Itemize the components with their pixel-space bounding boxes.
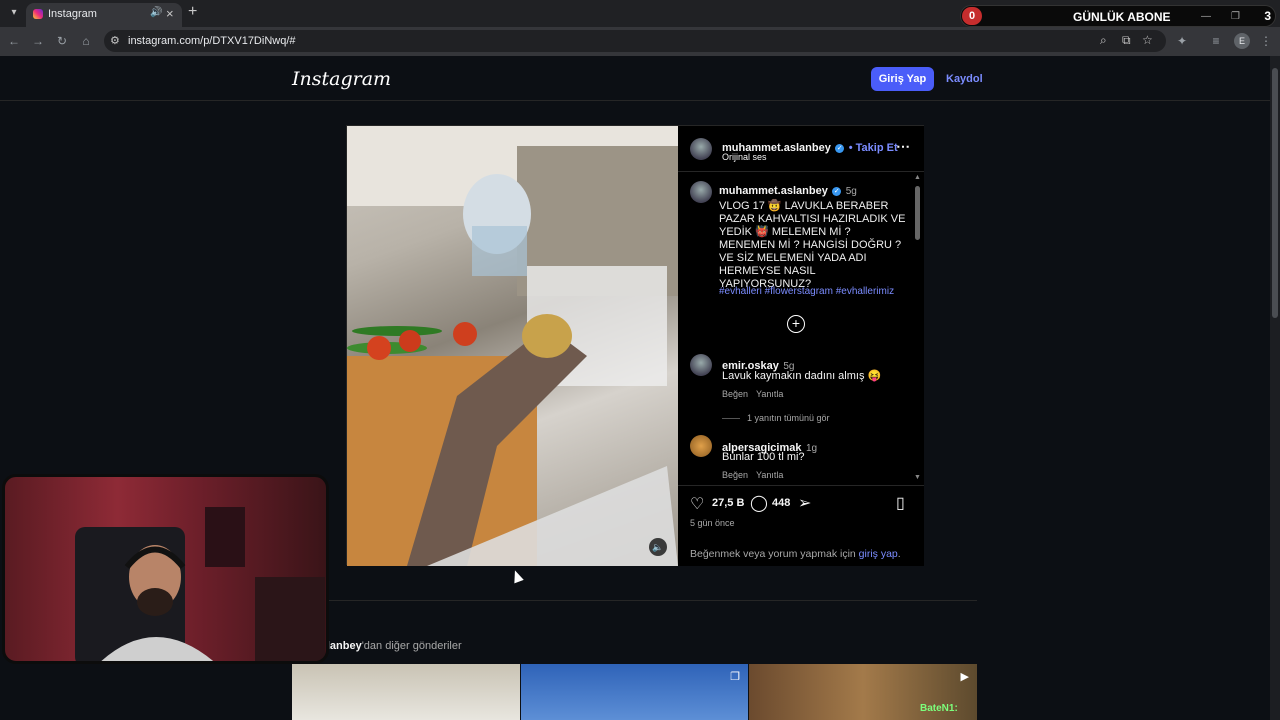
post-date: 5 gün önce [690,518,735,528]
replies-divider [722,418,740,419]
page-scrollbar[interactable] [1270,56,1280,720]
video-frame-illustration [347,126,678,566]
url-text[interactable]: instagram.com/p/DTXV17DiNwq/# [128,35,296,47]
comment-icon[interactable]: ◯ [750,493,768,513]
comment-text: Lavuk kaymakın dadını almış 😝 [722,370,882,382]
verified-icon: ✓ [835,144,845,153]
login-prompt-text: Beğenmek veya yorum yapmak için [690,548,856,560]
scroll-up-icon[interactable]: ▲ [914,174,921,181]
forward-icon[interactable]: → [30,33,46,49]
author-avatar[interactable] [690,138,712,160]
site-info-icon[interactable]: ⚙ [110,34,120,47]
mute-icon[interactable]: 🔈 [649,538,667,556]
profile-avatar[interactable]: E [1234,33,1250,49]
widget-title: GÜNLÜK ABONE [1073,10,1171,24]
login-prompt-suffix: . [897,548,901,560]
zoom-icon[interactable]: ⌕ [1100,33,1107,48]
widget-right-count: 3 [1264,9,1271,23]
login-prompt-link[interactable]: giriş yap [859,548,898,560]
post-header: muhammet.aslanbey ✓ • Takip Et Orijinal … [678,126,924,172]
login-button[interactable]: Giriş Yap [871,67,934,91]
caption-header: muhammet.aslanbey ✓ 5g [719,181,857,199]
more-icon[interactable]: ⋮ [1258,33,1274,49]
post-card: 🔈 muhammet.aslanbey ✓ • Takip Et Orijina… [346,125,924,566]
more-post-thumbnail[interactable]: ❐ [521,664,748,720]
section-divider [292,600,977,601]
more-post-thumbnail[interactable] [292,664,520,720]
browser-tab-bar: ▾ Instagram 🔊 × + 0 GÜNLÜK ABONE — ❐ 3 [0,0,1280,27]
share-icon[interactable]: ➢ [798,493,811,513]
comment-like-button[interactable]: Beğen [722,389,748,399]
tab-search-icon[interactable]: ▾ [6,5,22,21]
comment-reply-button[interactable]: Yanıtla [756,389,783,399]
page-scroll-thumb[interactable] [1272,68,1278,318]
hashtags[interactable]: #evhalleri #flowerstagram #evhallerimiz [719,286,894,297]
tab-audio-icon[interactable]: 🔊 [150,7,162,18]
login-prompt: Beğenmek veya yorum yapmak için giriş ya… [690,548,901,560]
back-icon[interactable]: ← [6,33,22,49]
more-posts-suffix: 'dan diğer gönderiler [361,640,462,652]
reels-icon: ▶ [960,671,969,683]
subscriber-widget: 0 GÜNLÜK ABONE — ❐ 3 [960,5,1276,27]
reload-icon[interactable]: ↻ [54,33,70,49]
media-control-icon[interactable]: ≡ [1208,33,1224,49]
comments-scrollbar[interactable]: ▲ ▼ [914,174,922,484]
post-video[interactable]: 🔈 [347,126,678,566]
caption-avatar[interactable] [690,181,712,203]
options-icon[interactable]: ⋯ [896,138,910,155]
browser-toolbar: ← → ↻ ⌂ ⚙ instagram.com/p/DTXV17DiNwq/# … [0,27,1280,56]
audio-label[interactable]: Orijinal ses [722,152,767,162]
comment-count: 448 [772,497,791,509]
comment-reply-button[interactable]: Yanıtla [756,470,783,480]
add-icon[interactable]: + [787,315,805,333]
window-minimize-icon[interactable]: — [1201,11,1211,22]
follow-button[interactable]: • Takip Et [849,142,898,154]
webcam-scene [75,507,325,661]
caption-text: VLOG 17 🤠 LAVUKLA BERABER PAZAR KAHVALTI… [719,200,906,290]
webcam-overlay [2,474,329,664]
home-icon[interactable]: ⌂ [78,33,94,49]
post-actions: ♡ 27,5 B ◯ 448 ➢ ▯ 5 gün önce Beğenmek v… [678,485,924,566]
comments-scroll-area[interactable]: muhammet.aslanbey ✓ 5g VLOG 17 🤠 LAVUKLA… [678,173,918,485]
carousel-icon: ❐ [730,671,740,683]
instagram-favicon-icon [33,9,43,19]
caption-username[interactable]: muhammet.aslanbey [719,185,828,197]
bookmark-icon[interactable]: ▯ [896,493,905,513]
view-replies-link[interactable]: 1 yanıtın tümünü gör [747,413,830,423]
star-icon[interactable]: ☆ [1142,33,1153,47]
heart-icon[interactable]: ♡ [690,494,704,514]
comment-like-button[interactable]: Beğen [722,470,748,480]
comments-scroll-thumb[interactable] [915,186,920,240]
comment-age: 1g [805,443,818,454]
address-bar[interactable]: ⚙ instagram.com/p/DTXV17DiNwq/# ⌕ ⧉ ☆ [104,30,1166,52]
new-tab-icon[interactable]: + [188,3,197,21]
tab-title: Instagram [48,8,97,20]
verified-icon: ✓ [832,187,842,196]
caption-age: 5g [845,186,857,197]
install-app-icon[interactable]: ⧉ [1122,33,1131,48]
extensions-icon[interactable]: ✦ [1174,33,1190,49]
ig-header: Instagram Giriş Yap Kaydol [0,56,1270,101]
signup-link[interactable]: Kaydol [946,73,983,85]
like-count[interactable]: 27,5 B [712,497,744,509]
chat-username: BateN1: [920,703,958,714]
scroll-down-icon[interactable]: ▼ [914,474,921,481]
browser-tab[interactable]: Instagram 🔊 × [26,3,182,27]
widget-left-count: 0 [962,7,982,25]
post-sidebar: muhammet.aslanbey ✓ • Takip Et Orijinal … [678,126,924,566]
instagram-logo[interactable]: Instagram [292,68,391,90]
window-maximize-icon[interactable]: ❐ [1231,11,1240,22]
comment-avatar[interactable] [690,354,712,376]
comment-avatar[interactable] [690,435,712,457]
comment-text: Bunlar 100 tl mi? [722,451,805,463]
tab-close-icon[interactable]: × [166,6,174,21]
